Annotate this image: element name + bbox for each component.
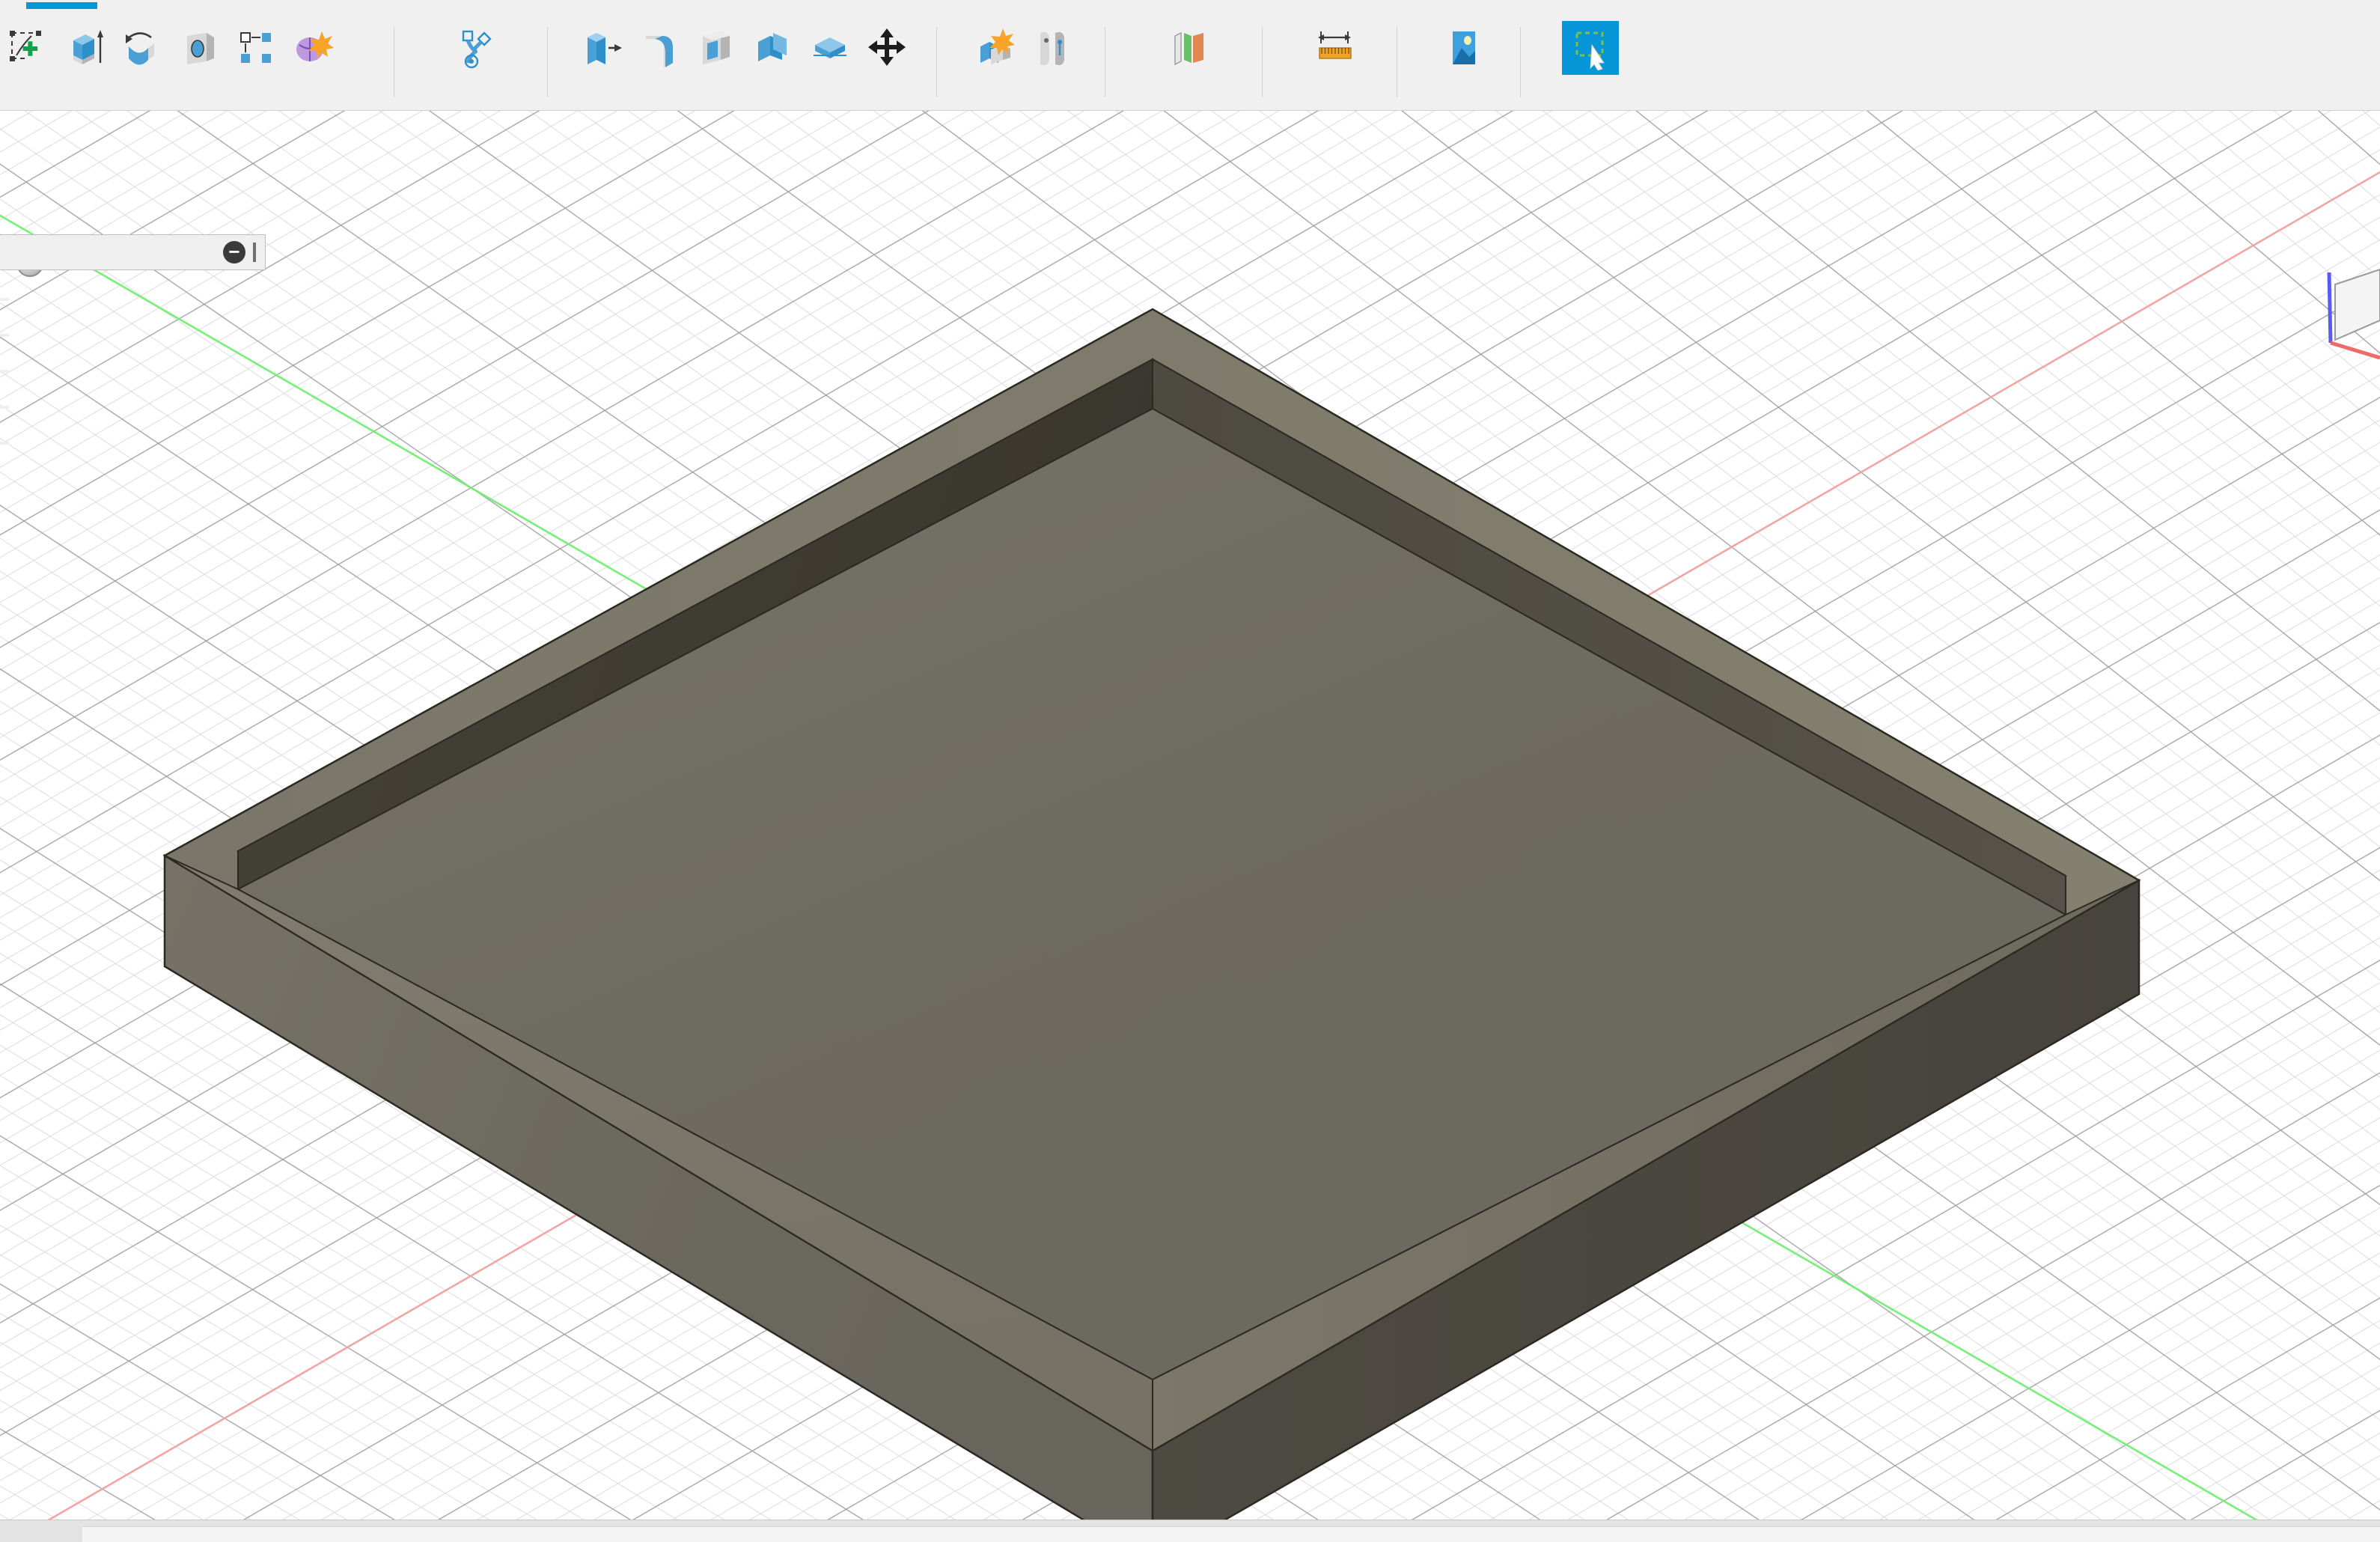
joint-button[interactable] bbox=[1024, 21, 1081, 75]
form-sculpt-icon bbox=[290, 25, 335, 70]
move-arrows-icon bbox=[864, 25, 909, 70]
minus-circle-icon[interactable]: − bbox=[223, 241, 245, 263]
hole-button[interactable] bbox=[171, 21, 228, 75]
press-pull-button[interactable] bbox=[574, 21, 631, 75]
browser-panel-header[interactable]: − bbox=[0, 234, 266, 270]
browser-tree-item[interactable] bbox=[0, 425, 269, 461]
split-face-icon bbox=[808, 25, 852, 70]
active-tab-underline bbox=[26, 2, 97, 9]
browser-item-label bbox=[0, 442, 9, 445]
status-bar-inner bbox=[82, 1526, 2380, 1542]
pattern-icon bbox=[234, 25, 278, 70]
shell-button[interactable] bbox=[688, 21, 745, 75]
ribbon-panel-create bbox=[0, 18, 243, 111]
browser-item-label bbox=[0, 334, 9, 337]
press-pull-icon bbox=[580, 25, 625, 70]
browser-tree[interactable] bbox=[0, 246, 269, 461]
fillet-icon bbox=[637, 25, 682, 70]
extrude-icon bbox=[63, 25, 108, 70]
browser-tree-item[interactable] bbox=[0, 389, 269, 425]
insert-mcmaster-button[interactable] bbox=[1435, 21, 1492, 75]
joint-icon bbox=[1030, 25, 1075, 70]
ribbon-panel-select bbox=[1531, 18, 1650, 111]
offset-plane-button[interactable] bbox=[1160, 21, 1217, 75]
ribbon-panel-insert bbox=[1407, 18, 1519, 111]
ribbon-panel-row bbox=[0, 18, 2380, 111]
ribbon-panel-modify bbox=[558, 18, 932, 111]
panel-icon-row bbox=[574, 21, 915, 75]
panel-icon-row bbox=[445, 21, 502, 75]
measure-button[interactable] bbox=[1306, 21, 1363, 75]
panel-icon-row bbox=[1562, 21, 1619, 75]
measure-ruler-icon bbox=[1312, 25, 1357, 70]
generative-design-icon bbox=[451, 25, 496, 70]
3d-viewport[interactable]: − + bbox=[0, 111, 2380, 1542]
insert-image-icon bbox=[1441, 25, 1486, 70]
extrude-button[interactable] bbox=[57, 21, 114, 75]
view-cube[interactable] bbox=[2290, 238, 2380, 365]
panel-divider bbox=[1262, 27, 1263, 97]
browser-item-label bbox=[0, 298, 9, 301]
split-face-button[interactable] bbox=[802, 21, 858, 75]
revolve-button[interactable] bbox=[114, 21, 171, 75]
viewcube-x-axis bbox=[2331, 343, 2380, 358]
ribbon-panel-assemble bbox=[947, 18, 1100, 111]
generative-design-button[interactable] bbox=[445, 21, 502, 75]
fillet-button[interactable] bbox=[631, 21, 688, 75]
browser-tree-item[interactable] bbox=[0, 317, 269, 353]
panel-divider bbox=[547, 27, 548, 97]
viewcube-z-axis bbox=[2329, 272, 2331, 343]
form-button[interactable] bbox=[284, 21, 341, 75]
panel-icon-row bbox=[967, 21, 1081, 75]
panel-divider bbox=[936, 27, 937, 97]
new-component-button[interactable] bbox=[967, 21, 1024, 75]
panel-icon-row bbox=[1435, 21, 1492, 75]
move-copy-button[interactable] bbox=[858, 21, 915, 75]
drag-grip-icon[interactable] bbox=[253, 243, 256, 262]
panel-divider bbox=[1520, 27, 1521, 97]
browser-tree-item[interactable] bbox=[0, 281, 269, 317]
panel-icon-row bbox=[1160, 21, 1217, 75]
ribbon-panel-automate bbox=[404, 18, 543, 111]
browser-item-label bbox=[0, 406, 9, 409]
create-sketch-button[interactable] bbox=[0, 21, 57, 75]
revolve-icon bbox=[120, 25, 165, 70]
ribbon-toolbar bbox=[0, 0, 2380, 111]
ribbon-panel-construct bbox=[1115, 18, 1261, 111]
combine-button[interactable] bbox=[745, 21, 802, 75]
ribbon-panel-inspect bbox=[1272, 18, 1396, 111]
panel-icon-row bbox=[1306, 21, 1363, 75]
shell-icon bbox=[694, 25, 739, 70]
hole-icon bbox=[177, 25, 222, 70]
browser-item-label bbox=[0, 370, 9, 373]
viewcube-front-face[interactable] bbox=[2335, 269, 2380, 340]
panel-icon-row bbox=[0, 21, 341, 75]
select-tool-button[interactable] bbox=[1562, 21, 1619, 75]
viewport-grid bbox=[0, 111, 2380, 1542]
browser-tree-item[interactable] bbox=[0, 353, 269, 389]
select-cursor-icon bbox=[1568, 25, 1613, 70]
status-bar bbox=[0, 1520, 2380, 1542]
new-component-icon bbox=[973, 25, 1018, 70]
sketch-plus-icon bbox=[6, 25, 51, 70]
offset-plane-icon bbox=[1166, 25, 1211, 70]
pattern-button[interactable] bbox=[228, 21, 284, 75]
combine-icon bbox=[751, 25, 796, 70]
